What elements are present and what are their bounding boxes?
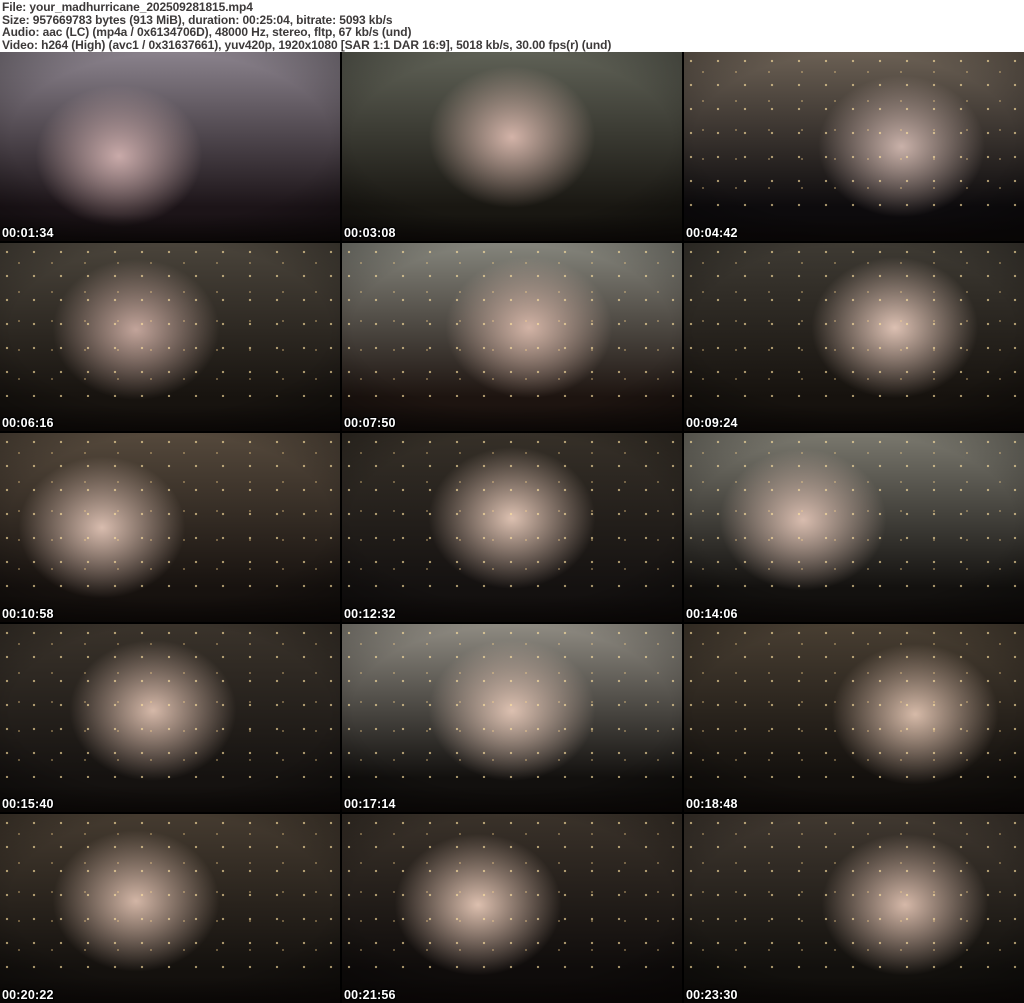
thumbnail-frame: 00:10:58 xyxy=(0,433,340,622)
timestamp-overlay: 00:18:48 xyxy=(686,797,738,812)
thumbnail-frame: 00:04:42 xyxy=(684,52,1024,241)
timestamp-overlay: 00:01:34 xyxy=(2,225,54,240)
timestamp-overlay: 00:15:40 xyxy=(2,797,54,812)
timestamp-overlay: 00:21:56 xyxy=(344,988,396,1002)
timestamp-overlay: 00:20:22 xyxy=(2,988,54,1002)
thumbnail-frame: 00:20:22 xyxy=(0,814,340,1003)
timestamp-overlay: 00:17:14 xyxy=(344,797,396,812)
timestamp-overlay: 00:09:24 xyxy=(686,416,738,431)
thumbnail-frame: 00:01:34 xyxy=(0,52,340,241)
thumbnail-frame: 00:14:06 xyxy=(684,433,1024,622)
timestamp-overlay: 00:07:50 xyxy=(344,416,396,431)
timestamp-overlay: 00:12:32 xyxy=(344,606,396,621)
thumbnail-frame: 00:15:40 xyxy=(0,623,340,813)
timestamp-overlay: 00:14:06 xyxy=(686,606,738,621)
file-info-header: File: your_madhurricane_202509281815.mp4… xyxy=(0,0,1024,52)
thumbnail-frame: 00:23:30 xyxy=(684,814,1024,1003)
thumbnail-frame: 00:09:24 xyxy=(684,242,1024,432)
thumbnail-frame: 00:17:14 xyxy=(342,623,682,813)
timestamp-overlay: 00:10:58 xyxy=(2,606,54,621)
thumbnail-frame: 00:07:50 xyxy=(342,242,682,432)
file-line: File: your_madhurricane_202509281815.mp4 xyxy=(2,0,253,14)
video-line: Video: h264 (High) (avc1 / 0x31637661), … xyxy=(2,37,612,52)
thumbnail-frame: 00:06:16 xyxy=(0,242,340,432)
thumbnail-frame: 00:12:32 xyxy=(342,433,682,622)
thumbnail-frame: 00:18:48 xyxy=(684,623,1024,813)
timestamp-overlay: 00:04:42 xyxy=(686,225,738,240)
timestamp-overlay: 00:03:08 xyxy=(344,225,396,240)
timestamp-overlay: 00:06:16 xyxy=(2,416,54,431)
contact-sheet: File: your_madhurricane_202509281815.mp4… xyxy=(0,0,1024,1003)
thumbnail-frame: 00:21:56 xyxy=(342,814,682,1003)
thumbnail-frame: 00:03:08 xyxy=(342,52,682,241)
timestamp-overlay: 00:23:30 xyxy=(686,988,738,1002)
thumbnail-grid: 00:01:34 00:03:08 00:04:42 00:06:16 00:0… xyxy=(0,52,1024,1003)
audio-line: Audio: aac (LC) (mp4a / 0x6134706D), 480… xyxy=(2,25,412,40)
